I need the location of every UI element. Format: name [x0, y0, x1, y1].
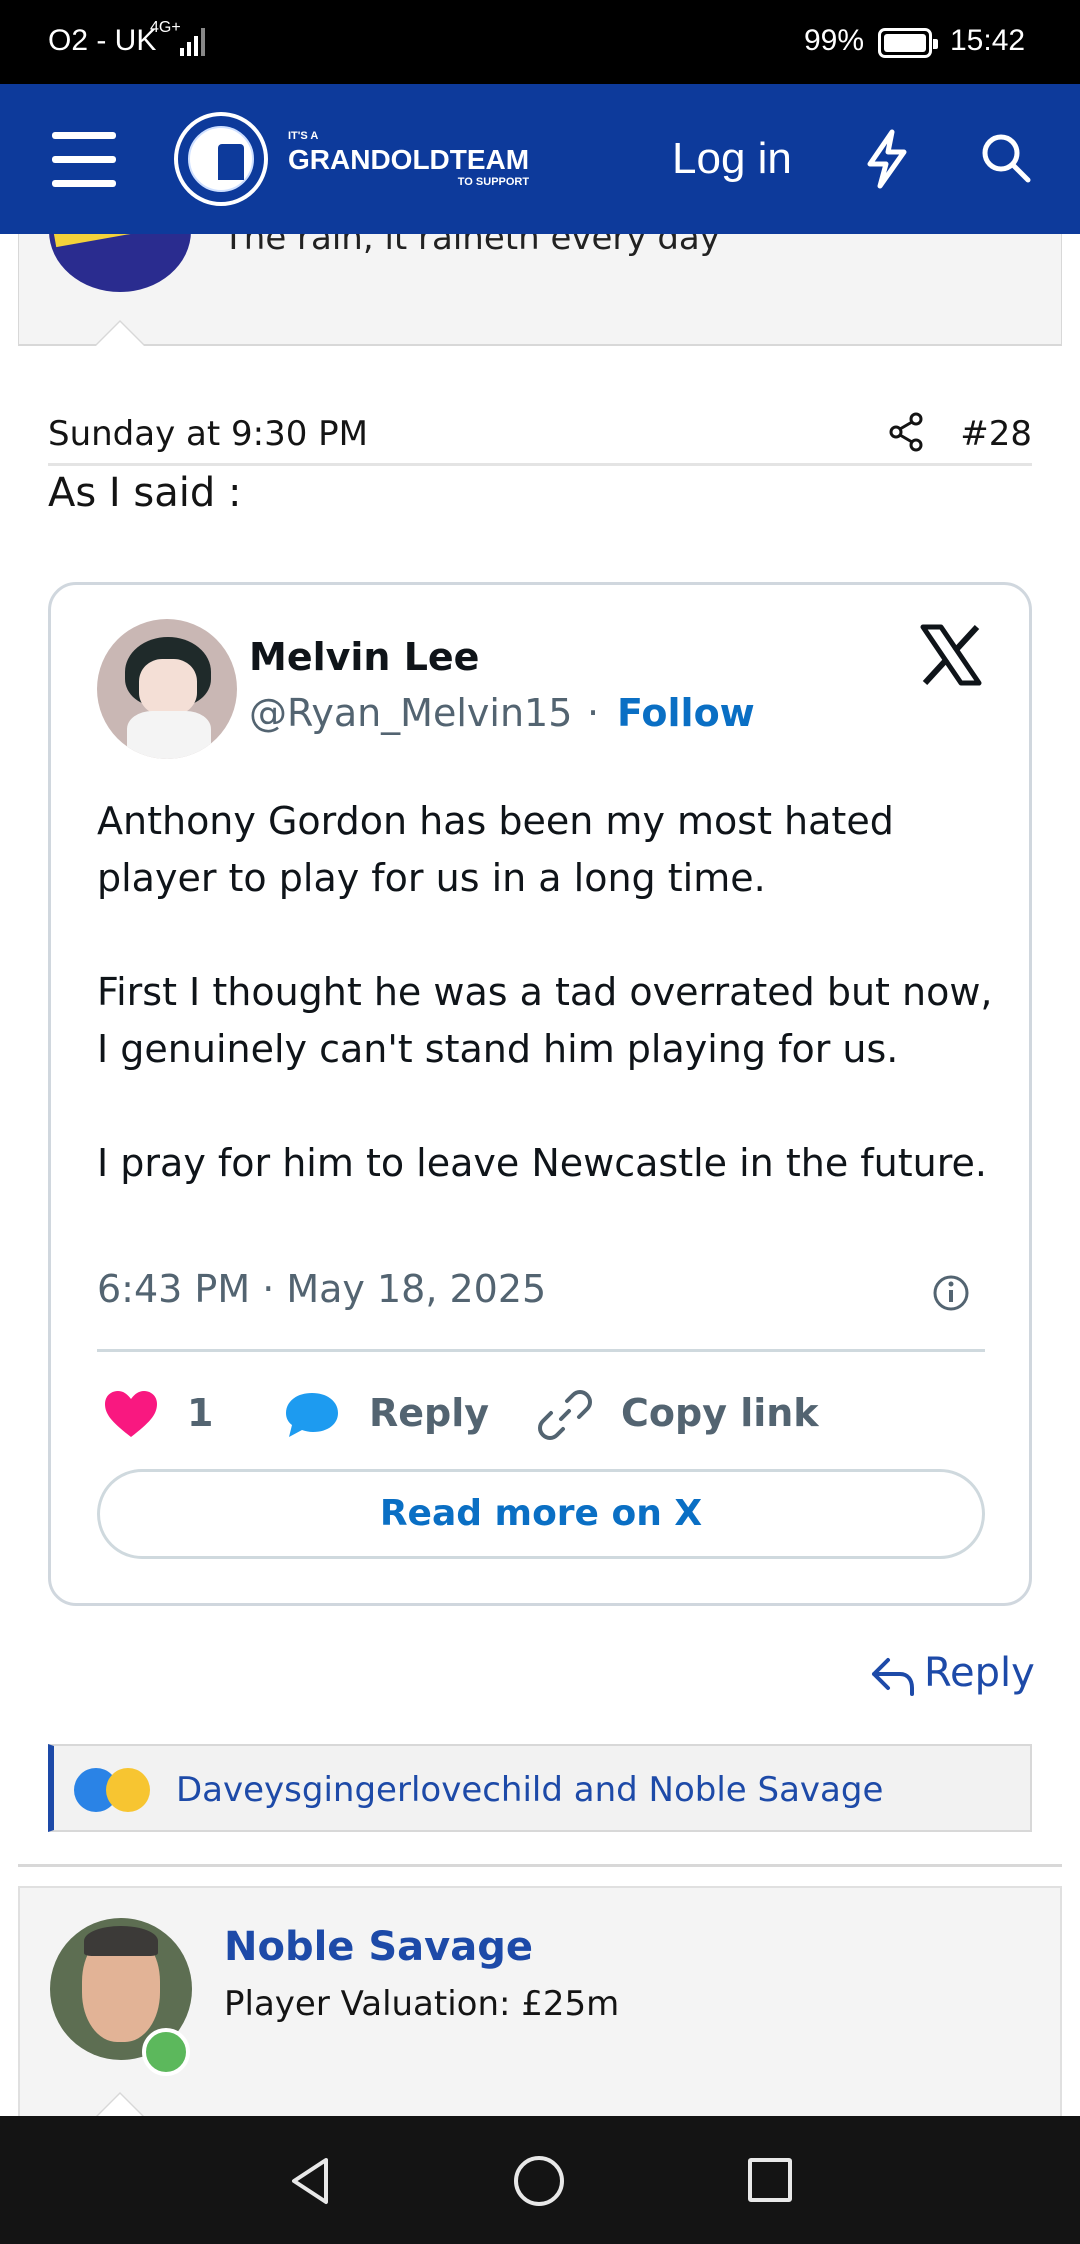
status-bar: O2 - UK 4G+ 99% 15:42	[0, 0, 1080, 84]
x-logo-icon[interactable]	[919, 623, 983, 687]
post-pointer	[94, 320, 146, 346]
tweet-paragraph: First I thought he was a tad overrated b…	[97, 970, 993, 1071]
divider	[97, 1349, 985, 1352]
follow-button[interactable]: Follow	[617, 691, 755, 735]
laugh-reaction-icon	[106, 1768, 150, 1812]
post-separator	[18, 1864, 1062, 1867]
post-meta: Sunday at 9:30 PM #28	[48, 378, 1032, 466]
login-button[interactable]: Log in	[672, 134, 792, 184]
network-type: 4G+	[150, 19, 181, 36]
post-pointer	[94, 2092, 146, 2118]
logo-sub-text: TO SUPPORT	[457, 176, 530, 188]
tweet-author-handle[interactable]: @Ryan_Melvin15	[249, 691, 572, 735]
tweet-paragraph: I pray for him to leave Newcastle in the…	[97, 1141, 987, 1185]
online-status-icon	[142, 2028, 190, 2076]
system-nav-bar	[0, 2116, 1080, 2244]
logo-big-text: GRANDOLDTEAM	[288, 144, 530, 175]
copy-link-button[interactable]: Copy link	[621, 1391, 819, 1435]
reaction-names[interactable]: Daveysgingerlovechild and Noble Savage	[176, 1770, 883, 1810]
tweet-text: Anthony Gordon has been my most hated pl…	[97, 793, 997, 1192]
carrier-label: O2 - UK	[48, 24, 157, 57]
tweet-paragraph: Anthony Gordon has been my most hated pl…	[97, 799, 894, 900]
clock: 15:42	[950, 24, 1026, 57]
info-icon[interactable]	[931, 1273, 971, 1313]
recent-apps-icon[interactable]	[748, 2158, 792, 2202]
logo-crest[interactable]	[174, 112, 268, 206]
post-reply-label: Reply	[924, 1650, 1035, 1696]
tweet-reply-button[interactable]: Reply	[369, 1391, 489, 1435]
read-more-button[interactable]: Read more on X	[97, 1469, 985, 1559]
tweet-author-name[interactable]: Melvin Lee	[249, 635, 479, 679]
user-title: Player Valuation: £25m	[224, 1984, 620, 2024]
post: Sunday at 9:30 PM #28 As I said : Melvin…	[0, 346, 1080, 1866]
tweet-timestamp[interactable]: 6:43 PM · May 18, 2025	[97, 1267, 546, 1311]
post-author-name[interactable]: Noble Savage	[224, 1924, 533, 1970]
menu-icon[interactable]	[52, 132, 118, 187]
battery-percent: 99%	[804, 24, 865, 57]
tweet-avatar[interactable]	[97, 619, 237, 759]
embedded-tweet: Melvin Lee @Ryan_Melvin15 · Follow Antho…	[48, 582, 1032, 1606]
next-post: Noble Savage Player Valuation: £25m	[18, 1886, 1062, 2116]
site-logo[interactable]: IT'S A GRANDOLDTEAM TO SUPPORT	[288, 130, 529, 188]
reply-bubble-icon[interactable]	[283, 1389, 341, 1441]
like-count[interactable]: 1	[187, 1391, 213, 1435]
share-icon[interactable]	[888, 412, 924, 452]
search-icon[interactable]	[980, 132, 1032, 184]
post-date[interactable]: Sunday at 9:30 PM	[48, 414, 368, 454]
site-header: IT'S A GRANDOLDTEAM TO SUPPORT Log in	[0, 84, 1080, 234]
heart-icon[interactable]	[103, 1389, 159, 1439]
logo-small-text: IT'S A	[288, 130, 319, 142]
separator-dot: ·	[587, 691, 600, 735]
battery-icon	[878, 28, 938, 58]
tweet-actions: 1 Reply Copy link	[97, 1385, 985, 1441]
reply-arrow-icon	[872, 1658, 914, 1696]
post-body-text: As I said :	[48, 470, 242, 516]
reactions-bar[interactable]: Daveysgingerlovechild and Noble Savage	[48, 1744, 1032, 1832]
post-number[interactable]: #28	[960, 414, 1032, 454]
bolt-icon[interactable]	[862, 128, 912, 190]
home-icon[interactable]	[514, 2156, 564, 2206]
signal-icon	[180, 28, 205, 56]
back-icon[interactable]	[286, 2154, 334, 2208]
link-icon[interactable]	[537, 1387, 593, 1443]
